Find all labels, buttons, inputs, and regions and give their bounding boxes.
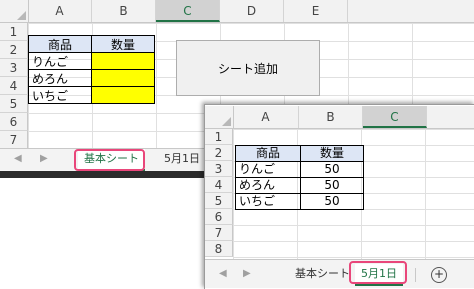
column-header-a[interactable]: A: [233, 106, 299, 128]
row-header-5[interactable]: 5: [0, 95, 28, 113]
cell-product[interactable]: めろん: [28, 69, 92, 87]
column-header-b[interactable]: B: [299, 106, 363, 128]
row-header-4[interactable]: 4: [0, 77, 28, 95]
select-all-corner[interactable]: [205, 106, 234, 128]
row-header-3[interactable]: 3: [0, 59, 28, 77]
row-header-1[interactable]: 1: [0, 23, 28, 41]
cell-product[interactable]: いちご: [235, 193, 301, 210]
tab-highlight: [349, 261, 407, 284]
tab-base-sheet[interactable]: 基本シート: [289, 264, 356, 284]
scroll-right-icon[interactable]: ▶: [40, 153, 48, 164]
row-header-7[interactable]: 7: [0, 131, 28, 149]
cell-product[interactable]: りんご: [235, 161, 301, 178]
add-sheet-icon[interactable]: +: [431, 267, 447, 283]
tab-may-1[interactable]: 5月1日: [158, 149, 206, 169]
cell-quantity[interactable]: 50: [300, 177, 364, 194]
row-header-6[interactable]: 6: [205, 209, 233, 225]
column-header-c[interactable]: C: [363, 106, 427, 128]
cell-quantity[interactable]: 50: [300, 193, 364, 210]
cell-product[interactable]: りんご: [28, 52, 92, 70]
column-header-e[interactable]: E: [284, 0, 348, 22]
cell-quantity-header[interactable]: 数量: [300, 145, 364, 162]
cell-product-header[interactable]: 商品: [28, 35, 92, 53]
row-header-2[interactable]: 2: [0, 41, 28, 59]
row-header-6[interactable]: 6: [0, 113, 28, 131]
sheet-may-1-window: A B C 1 2 3 4 5 6 7 8 商品 数量 りんご 50 めろん 5…: [204, 104, 474, 289]
cell-quantity-empty[interactable]: [91, 69, 155, 87]
row-header-8[interactable]: 8: [205, 241, 233, 257]
column-header-c[interactable]: C: [156, 0, 220, 22]
cell-product-header[interactable]: 商品: [235, 145, 301, 162]
row-header-1[interactable]: 1: [205, 129, 233, 145]
cell-product[interactable]: めろん: [235, 177, 301, 194]
cell-quantity-empty[interactable]: [91, 86, 155, 104]
cell-quantity-empty[interactable]: [91, 52, 155, 70]
scroll-left-icon[interactable]: ◀: [14, 153, 22, 164]
cell-product[interactable]: いちご: [28, 86, 92, 104]
column-header-a[interactable]: A: [28, 0, 92, 22]
column-header-blank[interactable]: [427, 106, 474, 128]
column-header-d[interactable]: D: [220, 0, 284, 22]
tab-highlight: [74, 149, 145, 171]
column-header-b[interactable]: B: [92, 0, 156, 22]
tab-separator: [415, 268, 416, 282]
row-header-4[interactable]: 4: [205, 177, 233, 193]
cell-quantity-header[interactable]: 数量: [91, 35, 155, 53]
add-sheet-macro-button[interactable]: シート追加: [176, 40, 320, 96]
row-header-7[interactable]: 7: [205, 225, 233, 241]
scroll-left-icon[interactable]: ◀: [219, 268, 227, 279]
row-header-5[interactable]: 5: [205, 193, 233, 209]
select-all-corner[interactable]: [0, 0, 29, 22]
row-header-2[interactable]: 2: [205, 145, 233, 161]
sheet-tab-bar: ◀ ▶ 基本シート 5月1日 +: [205, 259, 474, 288]
cell-quantity[interactable]: 50: [300, 161, 364, 178]
scroll-right-icon[interactable]: ▶: [243, 268, 251, 279]
row-header-3[interactable]: 3: [205, 161, 233, 177]
column-header-blank[interactable]: [348, 0, 474, 22]
